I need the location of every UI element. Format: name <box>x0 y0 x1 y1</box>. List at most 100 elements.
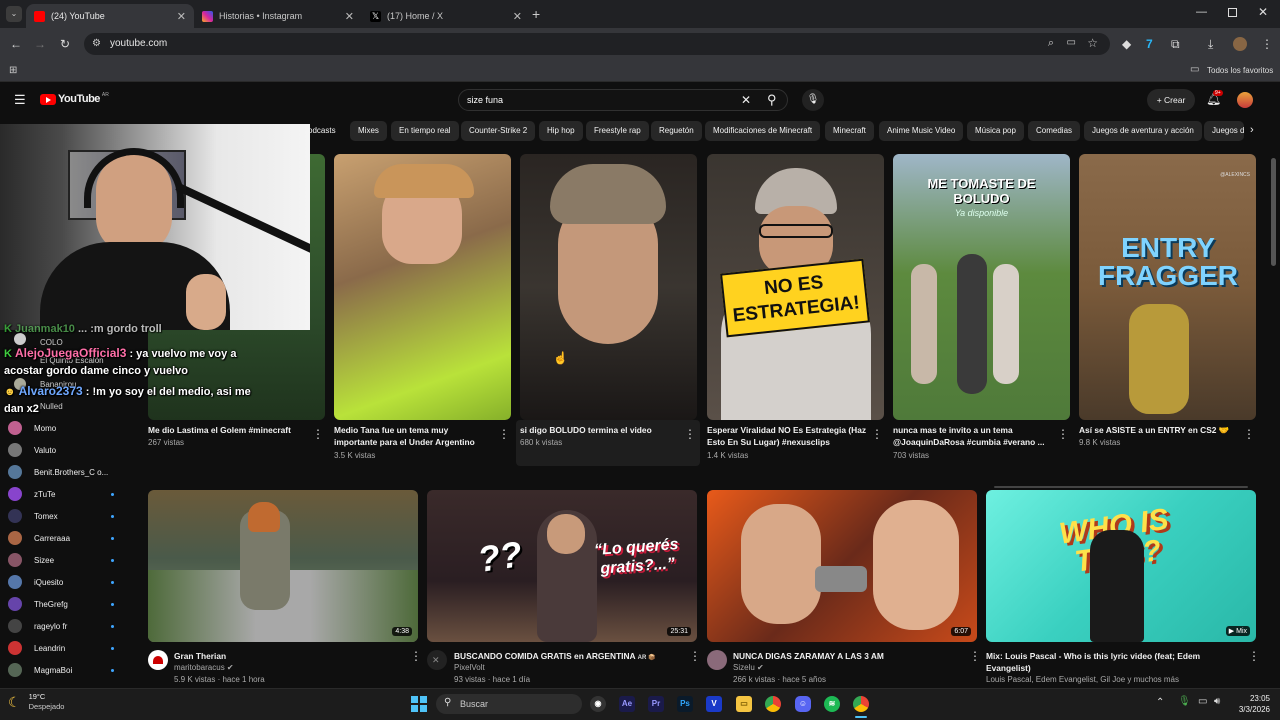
chip-juegos-aventura-accion[interactable]: Juegos de aventura y acción <box>1084 121 1202 141</box>
after-effects-icon[interactable]: Ae <box>619 696 635 712</box>
hamburger-menu-icon[interactable]: ☰ <box>14 92 26 108</box>
video-title[interactable]: Así se ASISTE a un ENTRY en CS2 🤝 <box>1079 424 1239 436</box>
video-title[interactable]: NUNCA DIGAS ZARAMAY A LAS 3 AM <box>733 650 963 662</box>
sidebar-item-momo[interactable]: Momo <box>8 418 118 438</box>
chip-regueton[interactable]: Reguetón <box>651 121 702 141</box>
weather-widget[interactable]: ☾ 19°C Despejado <box>8 692 64 712</box>
downloads-icon[interactable]: ⤓ <box>1208 38 1213 50</box>
chip-en-tiempo-real[interactable]: En tiempo real <box>391 121 459 141</box>
chip-comedias[interactable]: Comedias <box>1028 121 1081 141</box>
video-title[interactable]: nunca mas te invito a un tema @JoaquinDa… <box>893 424 1053 448</box>
sidebar-item-tomex[interactable]: Tomex <box>8 506 118 526</box>
zoom-icon[interactable]: ⌕ <box>1048 37 1054 50</box>
restore-icon[interactable] <box>1228 8 1237 17</box>
sidebar-item-iquesito[interactable]: iQuesito <box>8 572 118 592</box>
clock[interactable]: 23:05 3/3/2026 <box>1232 693 1270 715</box>
sidebar-item-magmaboi[interactable]: MagmaBoi <box>8 660 118 680</box>
file-explorer-icon[interactable]: ▭ <box>736 696 752 712</box>
chip-anime-music-video[interactable]: Anime Music Video <box>879 121 964 141</box>
video-thumbnail[interactable]: ME TOMASTE DE BOLUDO Ya disponible <box>893 154 1070 420</box>
chip-mixes[interactable]: Mixes <box>350 121 387 141</box>
apps-grid-icon[interactable]: ⊞ <box>9 65 17 76</box>
sidebar-item-valuto[interactable]: Valuto <box>8 440 118 460</box>
video-menu-icon[interactable]: ⋮ <box>871 428 883 440</box>
close-tab-icon[interactable]: ✕ <box>345 10 354 23</box>
bookmark-star-icon[interactable]: ☆ <box>1087 36 1098 50</box>
video-menu-icon[interactable]: ⋮ <box>1057 428 1069 440</box>
video-title[interactable]: Esperar Viralidad NO Es Estrategia (Haz … <box>707 424 867 448</box>
chips-next-icon[interactable]: › <box>1250 124 1254 136</box>
video-menu-icon[interactable]: ⋮ <box>410 650 422 662</box>
search-icon[interactable]: ⚲ <box>767 92 777 108</box>
video-thumbnail[interactable] <box>334 154 511 420</box>
tab-instagram[interactable]: Historias • Instagram ✕ <box>194 4 362 28</box>
sidebar-item-leandrin[interactable]: Leandrin <box>8 638 118 658</box>
site-info-icon[interactable]: ⚙ <box>92 38 101 49</box>
video-title[interactable]: BUSCANDO COMIDA GRATIS en ARGENTINA AR 📦 <box>454 650 684 664</box>
reload-icon[interactable]: ↻ <box>60 38 70 50</box>
youtube-logo[interactable]: YouTube AR <box>40 92 109 105</box>
chip-freestyle-rap[interactable]: Freestyle rap <box>586 121 649 141</box>
clear-search-icon[interactable]: ✕ <box>741 93 751 107</box>
channel-name[interactable]: PixelVolt <box>454 662 485 674</box>
video-menu-icon[interactable]: ⋮ <box>498 428 510 440</box>
profile-avatar[interactable] <box>1233 37 1247 51</box>
discord-icon[interactable]: ☺ <box>795 696 811 712</box>
chrome-icon[interactable] <box>765 696 781 712</box>
mic-icon[interactable]: 🎙︎ <box>1178 696 1191 707</box>
video-thumbnail[interactable]: @ALEXINCS ENTRY FRAGGER <box>1079 154 1256 420</box>
video-thumbnail[interactable] <box>520 154 697 420</box>
menu-dots-icon[interactable]: ⋮ <box>1261 38 1273 50</box>
sidebar-item-benit-brothers[interactable]: Benit.Brothers_C o... <box>8 462 118 482</box>
video-title[interactable]: Me dio Lastima el Golem #minecraft <box>148 424 308 436</box>
minimize-icon[interactable]: — <box>1196 6 1207 18</box>
video-thumbnail[interactable]: ?? “Lo querés gratis?...” 25:31 <box>427 490 697 642</box>
close-tab-icon[interactable]: ✕ <box>177 10 186 23</box>
video-title[interactable]: Mix: Louis Pascal - Who is this lyric vi… <box>986 650 1236 674</box>
video-menu-icon[interactable]: ⋮ <box>1248 650 1260 662</box>
sidebar-item-carreraaa[interactable]: Carreraaa <box>8 528 118 548</box>
taskbar-search[interactable]: ⚲ Buscar <box>436 694 582 714</box>
spotify-icon[interactable]: ≋ <box>824 696 840 712</box>
cast-icon[interactable]: ▭ <box>1067 37 1076 48</box>
forward-icon[interactable]: → <box>34 38 46 50</box>
page-scrollbar[interactable] <box>1271 158 1276 266</box>
channel-avatar[interactable] <box>148 650 168 670</box>
channel-name[interactable]: Sizelu ✔︎ <box>733 662 764 674</box>
tab-search-button[interactable]: ⌄ <box>6 6 22 22</box>
back-icon[interactable]: ← <box>10 38 22 50</box>
chip-juegos-partial[interactable]: Juegos d <box>1204 121 1244 141</box>
extension-drop-icon[interactable]: ◆ <box>1122 38 1131 50</box>
chip-musica-pop[interactable]: Música pop <box>967 121 1024 141</box>
chip-counter-strike-2[interactable]: Counter-Strike 2 <box>461 121 536 141</box>
voice-search-icon[interactable]: 🎙 <box>802 89 824 111</box>
channel-name[interactable]: maritobaracus ✔︎ <box>174 662 234 674</box>
start-windows-icon[interactable] <box>411 696 427 712</box>
video-menu-icon[interactable]: ⋮ <box>689 650 701 662</box>
video-menu-icon[interactable]: ⋮ <box>312 428 324 440</box>
all-bookmarks-link[interactable]: Todos los favoritos <box>1207 66 1273 75</box>
chip-minecraft[interactable]: Minecraft <box>825 121 874 141</box>
account-avatar[interactable] <box>1237 92 1253 108</box>
video-thumbnail[interactable]: 4:38 <box>148 490 418 642</box>
video-menu-icon[interactable]: ⋮ <box>1243 428 1255 440</box>
search-input[interactable]: size funa ✕ ⚲ <box>458 89 788 111</box>
new-tab-button[interactable]: + <box>532 6 540 22</box>
video-thumbnail[interactable]: 6:07 <box>707 490 977 642</box>
tray-chevron-icon[interactable]: ⌃ <box>1156 697 1164 708</box>
channel-avatar[interactable] <box>707 650 727 670</box>
sidebar-item-ztute[interactable]: zTuTe <box>8 484 118 504</box>
premiere-icon[interactable]: Pr <box>648 696 664 712</box>
tab-x[interactable]: 𝕏 (17) Home / X ✕ <box>362 4 530 28</box>
chip-modificaciones-minecraft[interactable]: Modificaciones de Minecraft <box>705 121 821 141</box>
video-title[interactable]: Medio Tana fue un tema muy importante pa… <box>334 424 484 448</box>
sidebar-item-sizee[interactable]: Sizee <box>8 550 118 570</box>
network-icon[interactable]: ▭ <box>1198 696 1207 707</box>
chip-hip-hop[interactable]: Hip hop <box>539 121 583 141</box>
close-tab-icon[interactable]: ✕ <box>513 10 522 23</box>
video-thumbnail[interactable]: WHO IS THIS? ▶︎ Mix <box>986 490 1256 642</box>
vegas-icon[interactable]: V <box>706 696 722 712</box>
create-button[interactable]: + Crear <box>1147 89 1195 111</box>
close-window-icon[interactable]: ✕ <box>1258 5 1268 19</box>
chrome-active-icon[interactable] <box>853 696 869 712</box>
